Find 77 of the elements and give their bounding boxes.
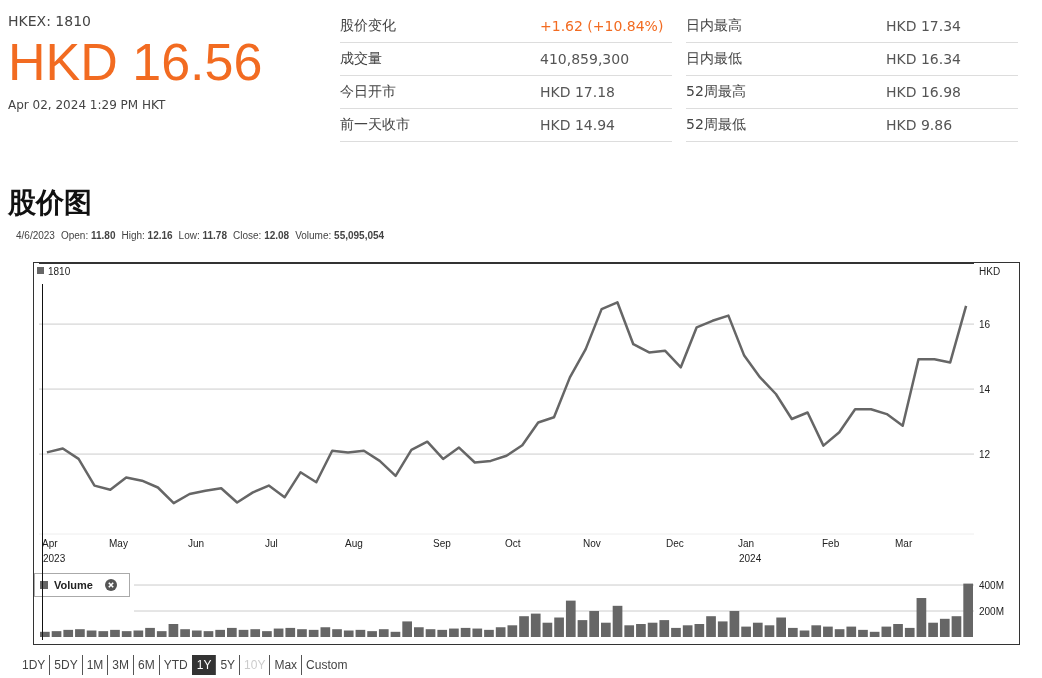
x-axis-label: Sep (433, 538, 451, 549)
stat-value: HKD 16.98 (886, 84, 962, 100)
x-axis-label: Aug (345, 538, 363, 549)
x-axis-label: Oct (505, 538, 521, 549)
volume-bar (227, 627, 237, 637)
y-axis-label: 400M (979, 580, 1004, 592)
stat-value: HKD 16.34 (886, 51, 962, 67)
x-axis-label: May (109, 538, 128, 549)
range-button[interactable]: 5DY (49, 655, 82, 675)
legend-label: 1810 (48, 266, 71, 277)
tooltip-date: 4/6/2023 (16, 229, 55, 243)
volume-bar (285, 627, 296, 637)
volume-bar (647, 622, 658, 637)
volume-bar (495, 627, 506, 637)
stat-value: +1.62 (+10.84%) (540, 18, 664, 34)
y-axis-label: 12 (979, 449, 991, 461)
volume-bar (846, 626, 857, 637)
x-axis-label: Jul (265, 538, 278, 549)
year-label: 2023 (43, 553, 66, 564)
ohlc-value: Volume: 55,095,054 (295, 229, 385, 243)
volume-bar (472, 628, 483, 637)
stat-label: 成交量 (340, 50, 383, 68)
ohlc-value: Low: 11.78 (178, 229, 227, 243)
stat-label: 日内最低 (686, 50, 743, 68)
x-axis-label: Jan (738, 538, 755, 549)
y-axis-label: 200M (979, 606, 1004, 617)
stat-label: 52周最高 (686, 83, 747, 101)
stat-value: HKD 9.86 (886, 117, 953, 133)
range-button[interactable]: 6M (133, 655, 159, 675)
close-icon[interactable] (104, 579, 117, 591)
volume-bar (939, 618, 950, 637)
unit-label: HKD (979, 266, 1001, 277)
volume-bar (893, 624, 903, 637)
timestamp: Apr 02, 2024 1:29 PM HKT (8, 98, 167, 112)
stat-label: 前一天收市 (340, 116, 411, 134)
volume-bar (788, 627, 798, 637)
ohlc-value: High: 12.16 (121, 229, 173, 243)
stat-value: HKD 17.18 (540, 84, 616, 100)
stat-label: 日内最高 (686, 17, 743, 35)
stat-value: HKD 14.94 (540, 117, 616, 133)
legend-label: Volume (54, 579, 93, 591)
volume-bar (414, 627, 424, 637)
x-axis-label: Jun (188, 538, 205, 549)
x-axis-label: Feb (822, 538, 840, 549)
ticker-label: HKEX: 1810 (8, 12, 92, 31)
range-button[interactable]: 1M (81, 655, 108, 675)
stat-label: 股价变化 (340, 17, 397, 35)
range-button[interactable]: YTD (158, 655, 192, 675)
year-label: 2024 (739, 553, 762, 564)
x-axis-label: Apr (42, 538, 58, 549)
range-button[interactable]: 1Y (191, 655, 216, 675)
stat-label: 今日开市 (340, 83, 397, 101)
volume-bar (460, 627, 471, 637)
y-axis-label: 16 (979, 319, 991, 331)
range-button[interactable]: Max (269, 655, 302, 675)
volume-bar (320, 627, 331, 637)
section-title: 股价图 (8, 186, 93, 220)
legend-swatch (37, 267, 44, 274)
ohlc-value: Open: 11.80 (60, 229, 116, 243)
x-axis-label: Mar (895, 538, 913, 549)
volume-bar (449, 628, 459, 637)
volume-bar (752, 622, 763, 637)
volume-bar (823, 626, 833, 637)
ohlc-value: Close: 12.08 (233, 229, 290, 243)
y-axis-label: 14 (979, 384, 991, 396)
stat-value: HKD 17.34 (886, 18, 962, 34)
range-button[interactable]: 1DY (18, 655, 50, 675)
range-button[interactable]: 3M (107, 655, 134, 675)
price-value: HKD 16.56 (8, 32, 264, 92)
range-button[interactable]: 5Y (215, 655, 240, 675)
stat-value: 410,859,300 (540, 51, 630, 67)
stat-label: 52周最低 (686, 116, 747, 134)
range-button[interactable]: Custom (301, 655, 352, 675)
volume-bar (636, 624, 646, 637)
x-axis-label: Nov (583, 538, 601, 549)
volume-bar (682, 625, 693, 637)
x-axis-label: Dec (666, 538, 684, 549)
